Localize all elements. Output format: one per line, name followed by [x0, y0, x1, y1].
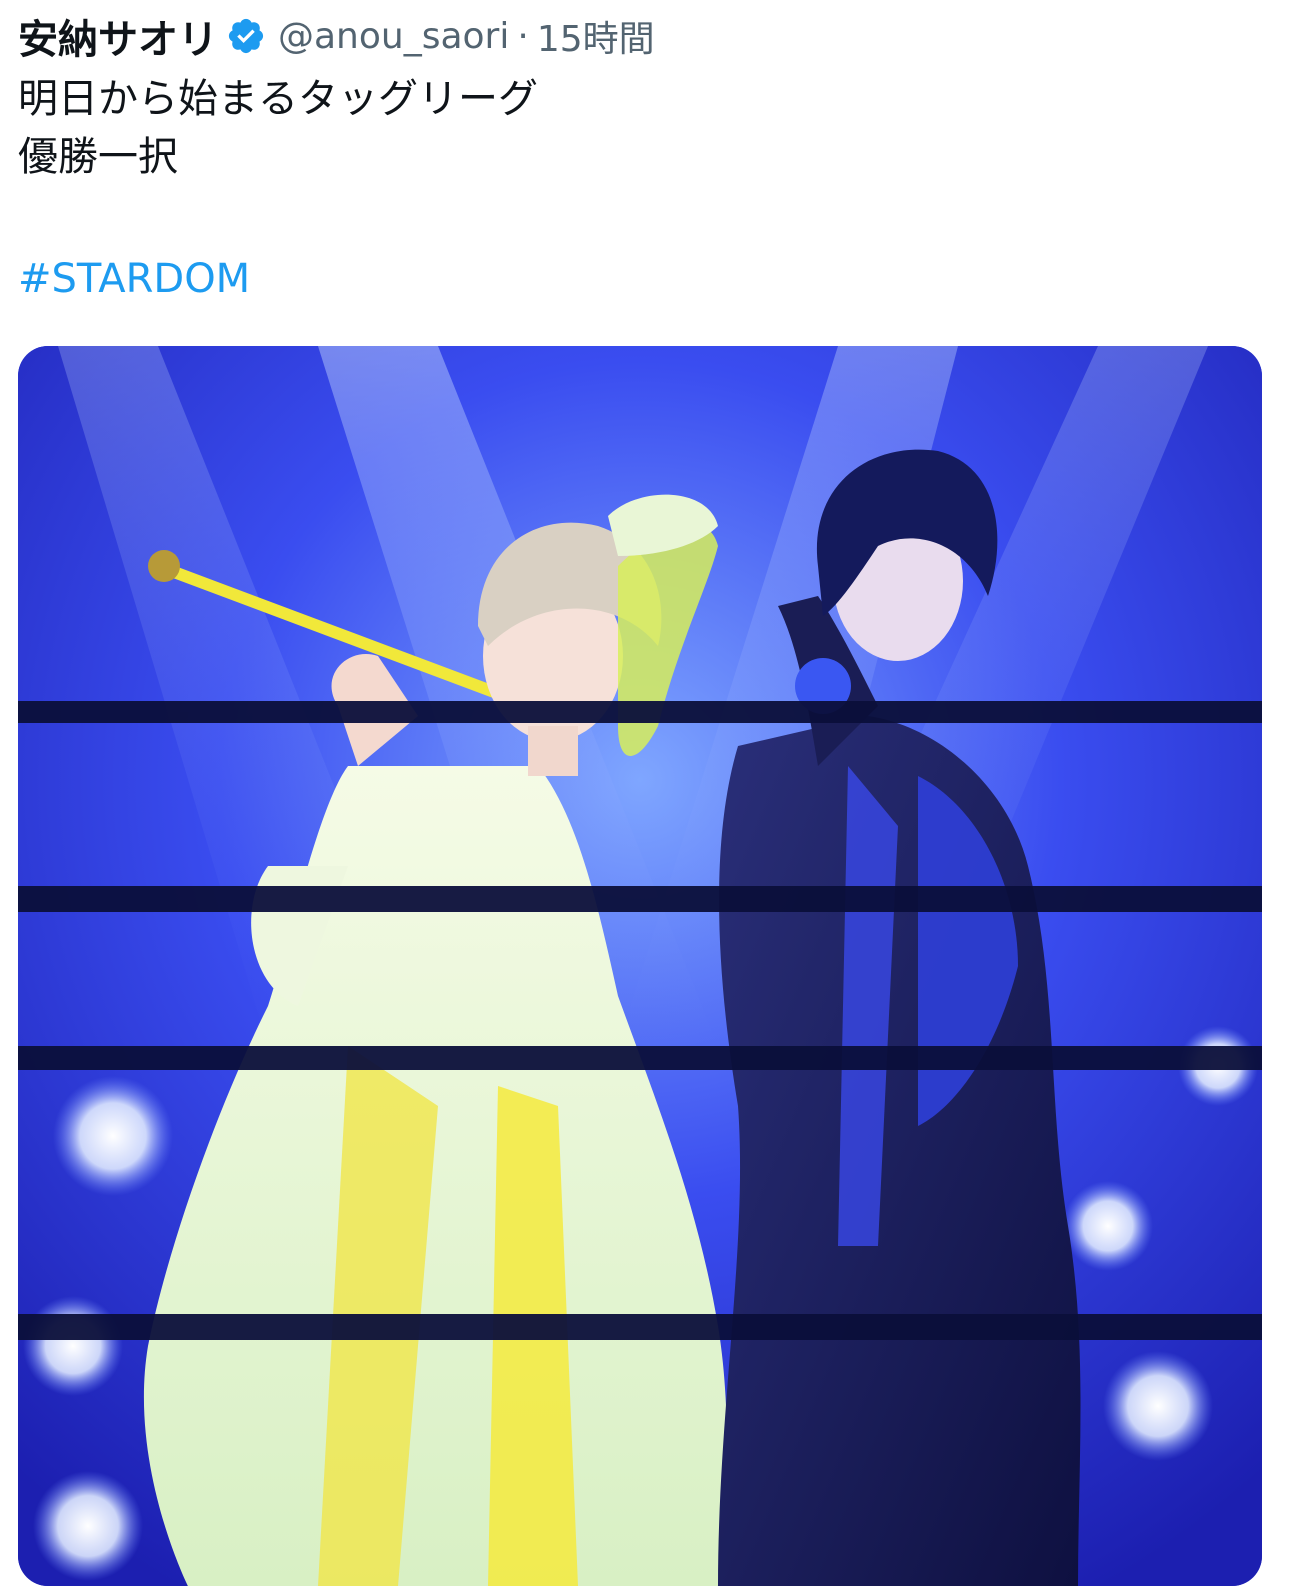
tweet-card[interactable]: 安納サオリ @anou_saori · 15時間 明日から始まるタッグリーグ 優… [0, 0, 1300, 1592]
display-name[interactable]: 安納サオリ [18, 7, 218, 65]
tweet-timestamp[interactable]: 15時間 [537, 10, 655, 62]
user-handle[interactable]: @anou_saori [278, 16, 509, 57]
hashtag-link[interactable]: #STARDOM [18, 250, 250, 308]
tweet-header: 安納サオリ @anou_saori · 15時間 [18, 8, 655, 64]
photo-illustration [18, 346, 1262, 1586]
tweet-text-line: 優勝一択 [18, 134, 178, 180]
tweet-photo[interactable] [18, 346, 1262, 1586]
verified-badge-icon [226, 16, 266, 56]
tweet-text-line: 明日から始まるタッグリーグ [18, 76, 538, 122]
header-separator: · [517, 15, 529, 57]
tweet-body: 明日から始まるタッグリーグ 優勝一択 [18, 70, 538, 186]
